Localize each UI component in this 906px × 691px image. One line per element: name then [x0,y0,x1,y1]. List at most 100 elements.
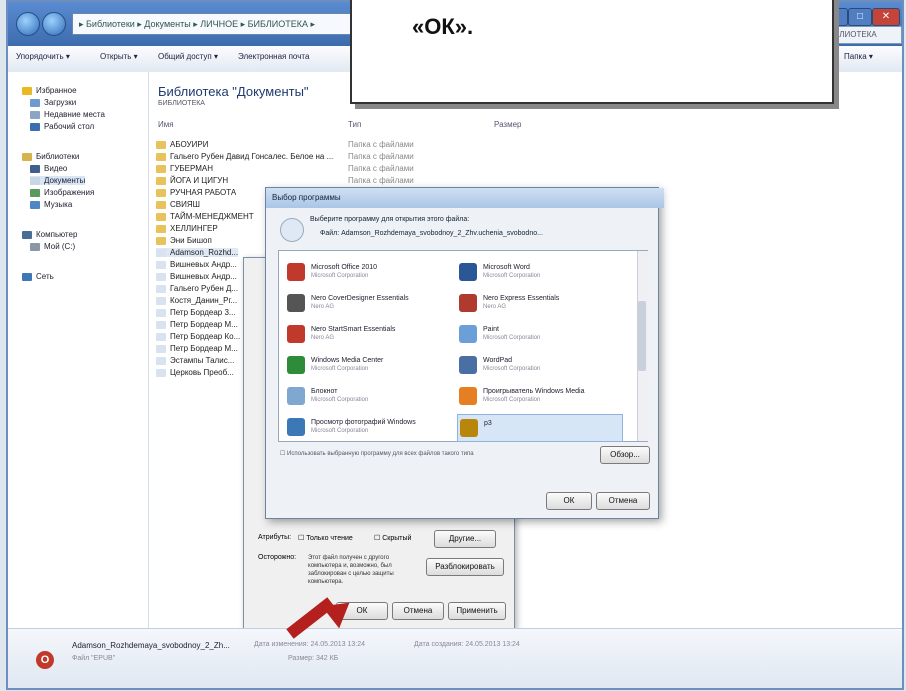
sidebar-item-libraries[interactable]: Библиотеки [22,152,79,161]
file-row[interactable]: Костя_Данин_Рг... [156,296,237,305]
file-row[interactable]: Вишневых Андр... [156,272,237,281]
sidebar-item-pictures[interactable]: Изображения [30,188,94,197]
sidebar-item-documents[interactable]: Документы [30,176,86,185]
browse-button[interactable]: Обзор... [600,446,650,464]
recent-icon [30,110,40,119]
column-size[interactable]: Размер [494,120,522,129]
program-item[interactable]: Windows Media Center Microsoft Corporatio… [285,352,449,378]
sidebar-item-video[interactable]: Видео [30,164,67,173]
search-program-icon [280,218,304,242]
folder-icon [156,212,166,221]
column-name[interactable]: Имя [158,120,174,129]
sidebar-item-computer[interactable]: Компьютер [22,230,77,239]
unblock-button[interactable]: Разблокировать [426,558,504,576]
address-bar[interactable]: ▸ Библиотеки ▸ Документы ▸ ЛИЧНОЕ ▸ БИБЛ… [72,13,380,35]
program-icon [287,263,305,281]
instruction-callout: «ОК». [350,0,834,104]
always-use-checkbox[interactable]: ☐ Использовать выбранную программу для в… [280,450,474,457]
file-row[interactable]: СВИЯШ [156,200,200,209]
file-row[interactable]: РУЧНАЯ РАБОТА [156,188,236,197]
scrollbar-thumb[interactable] [638,301,646,371]
file-name: РУЧНАЯ РАБОТА [170,188,237,197]
desktop-icon [30,122,40,131]
file-name: Петр Бордеар 3... [170,308,236,317]
program-item[interactable]: Paint Microsoft Corporation [457,321,621,347]
file-row[interactable]: Церковь Преоб... [156,368,234,377]
back-icon[interactable] [16,12,40,36]
file-name: Adamson_Rozhd... [170,248,239,257]
library-title: Библиотека "Документы" [158,84,309,99]
file-name: Гальего Рубен Д... [170,284,239,293]
program-icon [287,387,305,405]
program-item[interactable]: Блокнот Microsoft Corporation [285,383,449,409]
program-icon [459,325,477,343]
file-row[interactable]: ХЕЛЛИНГЕР [156,224,218,233]
file-row[interactable]: Петр Бордеар 3... [156,308,236,317]
apply-button[interactable]: Применить [448,602,506,620]
music-icon [30,200,40,209]
forward-icon[interactable] [42,12,66,36]
file-row[interactable]: Эстампы Талис... [156,356,234,365]
sidebar-item-downloads[interactable]: Загрузки [30,98,76,107]
open-with-dialog: Выбор программы Выберите программу для о… [265,187,664,519]
program-item[interactable]: Nero StartSmart Essentials Nero AG [285,321,449,347]
file-row[interactable]: АБОУИРИ [156,140,208,149]
program-item[interactable]: Microsoft Word Microsoft Corporation [457,259,621,285]
program-item[interactable]: p3 [457,414,623,442]
program-item[interactable]: Проигрыватель Windows Media Microsoft Cor… [457,383,621,409]
file-name: Гальего Рубен Давид Гонсалес. Белое на .… [170,152,334,161]
program-item[interactable]: Nero Express Essentials Nero AG [457,290,621,316]
program-icon [459,294,477,312]
file-name: Эни Бишоп [170,236,212,245]
file-row[interactable]: ТАЙМ-МЕНЕДЖМЕНТ [156,212,254,221]
star-icon [22,86,32,95]
program-vendor: Microsoft Corporation [311,273,369,279]
file-icon [156,308,166,317]
file-row[interactable]: Петр Бордеар М... [156,344,238,353]
file-row[interactable]: ГУБЕРМАН [156,164,213,173]
sidebar-item-network[interactable]: Сеть [22,272,54,281]
program-name: Проигрыватель Windows Media [483,388,585,395]
program-item[interactable]: Nero CoverDesigner Essentials Nero AG [285,290,449,316]
open-menu[interactable]: Открыть ▾ [100,52,138,61]
readonly-checkbox[interactable]: ☐ Только чтение [298,534,353,542]
file-name: ГУБЕРМАН [170,164,214,173]
program-vendor: Microsoft Corporation [483,335,541,341]
column-type[interactable]: Тип [348,120,361,129]
program-item[interactable]: WordPad Microsoft Corporation [457,352,621,378]
program-item[interactable]: Просмотр фотографий Windows Microsoft Cor… [285,414,449,440]
file-row[interactable]: Гальего Рубен Д... [156,284,238,293]
cancel-button[interactable]: Отмена [392,602,444,620]
file-row[interactable]: ЙОГА И ЦИГУН [156,176,228,185]
file-row[interactable]: Гальего Рубен Давид Гонсалес. Белое на .… [156,152,333,161]
callout-text: «ОК». [412,14,474,39]
sidebar-item-desktop[interactable]: Рабочий стол [30,122,94,131]
sidebar-item-drive-c[interactable]: Мой (C:) [30,242,75,251]
dialog-cancel-button[interactable]: Отмена [596,492,650,510]
file-row[interactable]: Эни Бишоп [156,236,212,245]
hidden-checkbox[interactable]: ☐ Скрытый [374,534,411,542]
other-attributes-button[interactable]: Другие... [434,530,496,548]
file-icon [156,356,166,365]
file-row[interactable]: Вишневых Андр... [156,260,237,269]
program-vendor: Microsoft Corporation [311,366,369,372]
file-name: ХЕЛЛИНГЕР [170,224,218,233]
sidebar-item-favorites[interactable]: Избранное [22,86,77,95]
email-button[interactable]: Электронная почта [238,52,309,61]
file-row[interactable]: Петр Бордеар М... [156,320,238,329]
file-row[interactable]: Adamson_Rozhd... [156,248,239,257]
warning-label: Осторожно: [258,554,297,561]
maximize-icon[interactable]: □ [848,8,872,26]
file-row[interactable]: Петр Бордеар Ко... [156,332,240,341]
share-menu[interactable]: Общий доступ ▾ [158,52,218,61]
program-item[interactable]: Microsoft Office 2010 Microsoft Corporati… [285,259,449,285]
sidebar-item-recent[interactable]: Недавние места [30,110,105,119]
program-vendor: Nero AG [483,304,507,310]
folder-options[interactable]: Папка ▾ [844,52,873,61]
sidebar-item-music[interactable]: Музыка [30,200,72,209]
file-icon [156,296,166,305]
close-icon[interactable]: ✕ [872,8,900,26]
dialog-ok-button[interactable]: ОК [546,492,592,510]
file-name: Петр Бордеар Ко... [170,332,241,341]
organize-menu[interactable]: Упорядочить ▾ [16,52,70,61]
